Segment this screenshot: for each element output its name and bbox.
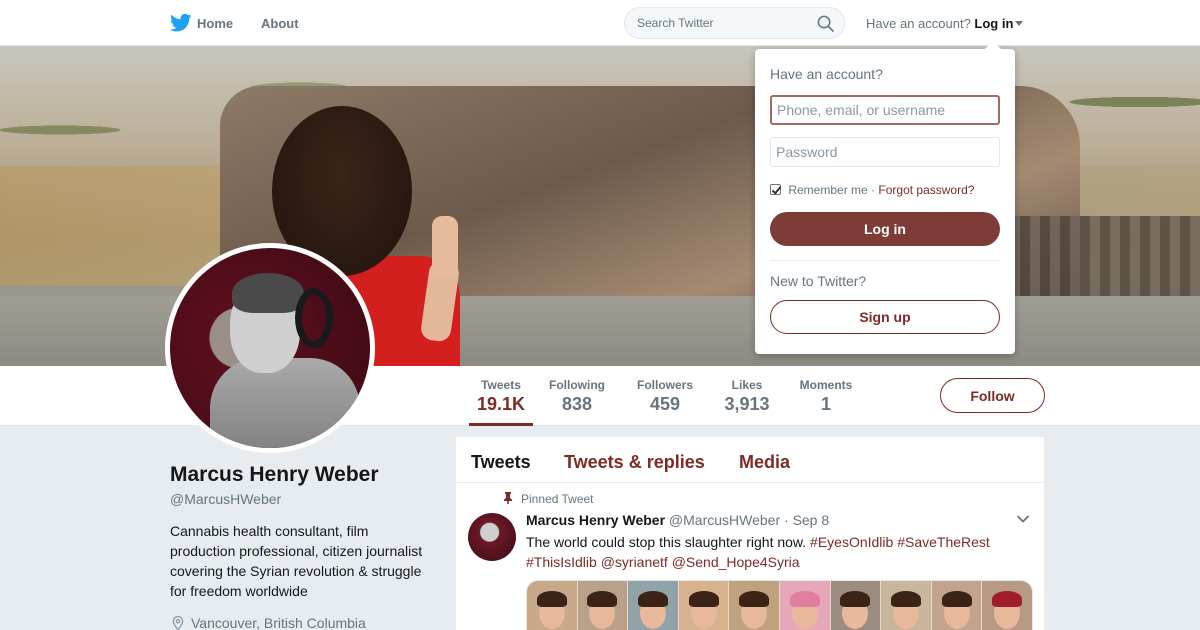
top-navigation: Home About Search Twitter Have an accoun… <box>0 0 1200 46</box>
tweet-media[interactable] <box>526 580 1033 630</box>
tab-tweets[interactable]: Tweets <box>471 452 531 473</box>
tab-media[interactable]: Media <box>739 452 790 473</box>
pinned-label: Pinned Tweet <box>521 492 594 506</box>
tweet-date[interactable]: Sep 8 <box>793 512 830 528</box>
profile-handle[interactable]: @MarcusHWeber <box>170 491 281 507</box>
stat-label: Following <box>549 378 605 392</box>
pinned-indicator: Pinned Tweet <box>502 492 594 506</box>
tweet-item[interactable]: Pinned Tweet Marcus Henry Weber @MarcusH… <box>456 484 1044 630</box>
profile-bio: Cannabis health consultant, film product… <box>170 523 423 599</box>
account-prompt: Have an account? <box>866 16 971 31</box>
new-to-twitter-label: New to Twitter? <box>770 273 867 289</box>
stat-value: 459 <box>649 394 681 414</box>
password-field[interactable] <box>770 137 1000 167</box>
tweet-header: Marcus Henry Weber @MarcusHWeber · Sep 8 <box>526 512 829 528</box>
login-dropdown: Have an account? Remember me · Forgot pa… <box>755 41 1015 354</box>
stat-tweets[interactable]: Tweets 19.1K <box>469 378 533 426</box>
stat-label: Moments <box>799 378 853 392</box>
username-field[interactable] <box>770 95 1000 125</box>
twitter-bird-icon[interactable] <box>170 13 192 33</box>
timeline: Tweets Tweets & replies Media Pinned Twe… <box>456 437 1044 630</box>
remember-separator: · <box>871 183 876 197</box>
stat-value: 838 <box>561 394 593 414</box>
nav-home-link[interactable]: Home <box>197 16 233 31</box>
location-pin-icon <box>172 615 184 630</box>
nav-about-link[interactable]: About <box>261 16 299 31</box>
search-box[interactable]: Search Twitter <box>624 7 845 39</box>
headphones-icon <box>295 288 333 348</box>
stat-moments[interactable]: Moments 1 <box>798 378 854 415</box>
caret-down-icon[interactable] <box>1015 21 1024 26</box>
account-menu[interactable]: Have an account? Log in <box>866 16 1024 31</box>
login-dropdown-title: Have an account? <box>770 66 883 82</box>
login-menu-toggle[interactable]: Log in <box>974 16 1013 31</box>
tweet-avatar[interactable] <box>468 513 516 561</box>
tweet-handle[interactable]: @MarcusHWeber <box>669 512 780 528</box>
tweet-author[interactable]: Marcus Henry Weber <box>526 512 665 528</box>
stat-value: 19.1K <box>476 394 526 414</box>
search-icon[interactable] <box>817 15 834 32</box>
remember-row: Remember me · Forgot password? <box>770 183 974 197</box>
timeline-tabs: Tweets Tweets & replies Media <box>456 437 1044 483</box>
stat-following[interactable]: Following 838 <box>547 378 607 415</box>
stat-followers[interactable]: Followers 459 <box>635 378 695 415</box>
chevron-down-icon[interactable] <box>1016 514 1030 524</box>
tweet-text: The world could stop this slaughter righ… <box>526 532 1006 572</box>
tweet-separator: · <box>784 512 789 528</box>
signup-button[interactable]: Sign up <box>770 300 1000 334</box>
forgot-password-link[interactable]: Forgot password? <box>878 183 974 197</box>
stat-label: Followers <box>636 378 693 392</box>
tweet-body: The world could stop this slaughter righ… <box>526 534 807 550</box>
stat-likes[interactable]: Likes 3,913 <box>722 378 772 415</box>
stat-label: Tweets <box>481 378 521 392</box>
divider <box>770 260 1000 261</box>
stat-label: Likes <box>731 378 763 392</box>
stat-value: 3,913 <box>724 394 770 414</box>
remember-me-label[interactable]: Remember me <box>788 183 867 197</box>
profile-name[interactable]: Marcus Henry Weber <box>170 463 379 487</box>
remember-me-checkbox[interactable] <box>770 184 781 195</box>
stat-value: 1 <box>820 394 831 414</box>
profile-avatar[interactable] <box>165 243 375 453</box>
tab-tweets-replies[interactable]: Tweets & replies <box>564 452 705 473</box>
location-text: Vancouver, British Columbia <box>191 615 366 630</box>
tweet-hashtags-2[interactable]: #ThisIsIdlib @syrianetf @Send_Hope4Syria <box>526 554 800 570</box>
login-button[interactable]: Log in <box>770 212 1000 246</box>
search-input[interactable]: Search Twitter <box>637 16 713 30</box>
profile-location: Vancouver, British Columbia <box>170 615 366 630</box>
follow-button[interactable]: Follow <box>940 378 1045 413</box>
pin-icon <box>504 492 512 504</box>
tweet-hashtags-1[interactable]: #EyesOnIdlib #SaveTheRest <box>810 534 990 550</box>
